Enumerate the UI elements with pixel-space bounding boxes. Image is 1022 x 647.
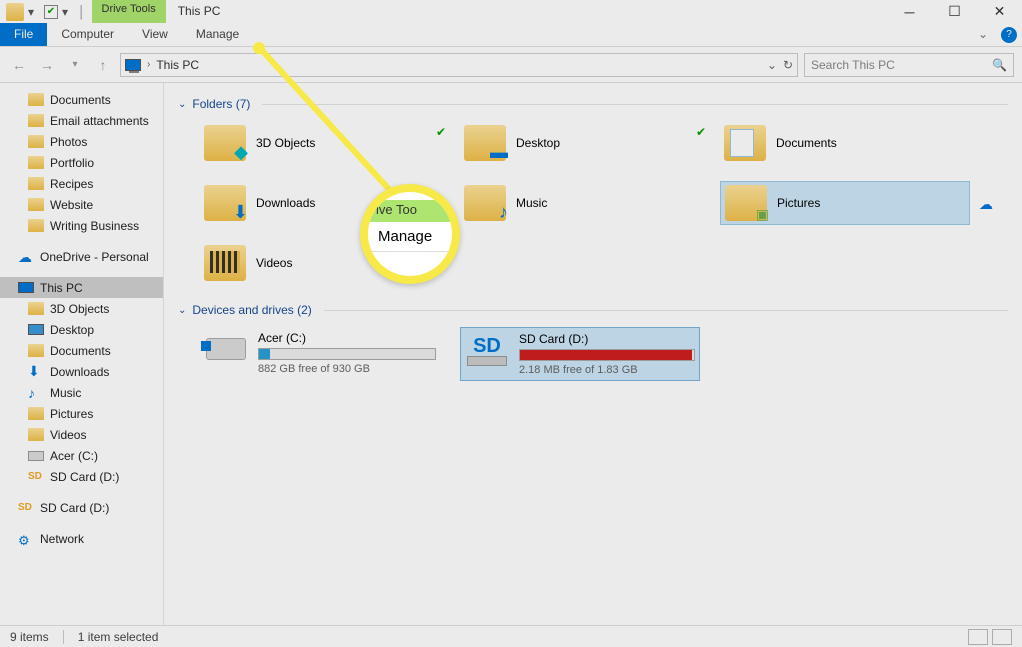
ribbon-collapse-icon[interactable]: ⌄ bbox=[970, 23, 996, 46]
folder-music[interactable]: ♪Music bbox=[460, 181, 710, 225]
qat-chevron-icon[interactable]: ▾ bbox=[62, 5, 74, 19]
folder-desktop[interactable]: ▬Desktop✔ bbox=[460, 121, 710, 165]
sidebar-item-onedrive[interactable]: ☁OneDrive - Personal bbox=[0, 246, 163, 267]
tab-computer[interactable]: Computer bbox=[47, 23, 128, 46]
sidebar-item-recipes[interactable]: Recipes bbox=[0, 173, 163, 194]
status-item-count: 9 items bbox=[10, 630, 49, 644]
properties-button[interactable]: ✔ bbox=[44, 5, 58, 19]
status-bar: 9 items 1 item selected bbox=[0, 625, 1022, 647]
hdd-icon bbox=[206, 338, 246, 360]
sync-icon: ✔ bbox=[696, 125, 706, 139]
navigation-bar: ← → ▾ ↑ › This PC ⌄ ↻ Search This PC 🔍 bbox=[0, 47, 1022, 83]
sidebar-item-sdcard[interactable]: SDSD Card (D:) bbox=[0, 497, 163, 518]
address-dropdown-icon[interactable]: ⌄ bbox=[767, 58, 777, 72]
app-icon[interactable] bbox=[6, 3, 24, 21]
sidebar-item-documents[interactable]: Documents bbox=[0, 89, 163, 110]
sidebar-item-photos[interactable]: Photos bbox=[0, 131, 163, 152]
up-button[interactable]: ↑ bbox=[92, 54, 114, 76]
sidebar-item-pc-documents[interactable]: Documents bbox=[0, 340, 163, 361]
context-tab-drive-tools[interactable]: Drive Tools bbox=[92, 0, 166, 23]
breadcrumb-location[interactable]: This PC bbox=[156, 58, 199, 72]
search-icon: 🔍 bbox=[992, 58, 1007, 72]
sync-icon: ✔ bbox=[436, 125, 446, 139]
qat-separator: │ bbox=[78, 5, 86, 19]
quick-access-toolbar: ▾ ✔ ▾ │ bbox=[0, 0, 92, 23]
folder-pictures[interactable]: ▣Pictures☁ bbox=[720, 181, 970, 225]
tab-file[interactable]: File bbox=[0, 23, 47, 46]
capacity-bar bbox=[258, 348, 436, 360]
refresh-button[interactable]: ↻ bbox=[783, 58, 793, 72]
sidebar-item-videos[interactable]: Videos bbox=[0, 424, 163, 445]
status-selected-count: 1 item selected bbox=[78, 630, 159, 644]
sidebar-item-pictures[interactable]: Pictures bbox=[0, 403, 163, 424]
sidebar-item-drive-d[interactable]: SDSD Card (D:) bbox=[0, 466, 163, 487]
folder-3d-objects[interactable]: ◆3D Objects✔ bbox=[200, 121, 450, 165]
maximize-button[interactable]: ☐ bbox=[932, 0, 977, 23]
sidebar-item-email[interactable]: Email attachments bbox=[0, 110, 163, 131]
drive-c[interactable]: Acer (C:) 882 GB free of 930 GB bbox=[200, 327, 440, 381]
collapse-icon[interactable]: ⌄ bbox=[178, 99, 186, 110]
sidebar-item-website[interactable]: Website bbox=[0, 194, 163, 215]
tab-manage[interactable]: Manage bbox=[182, 23, 253, 46]
close-button[interactable]: ✕ bbox=[977, 0, 1022, 23]
history-dropdown-icon[interactable]: ▾ bbox=[64, 54, 86, 76]
tab-view[interactable]: View bbox=[128, 23, 182, 46]
sd-icon: SD bbox=[467, 335, 507, 358]
sidebar-item-3dobjects[interactable]: 3D Objects bbox=[0, 298, 163, 319]
search-input[interactable]: Search This PC 🔍 bbox=[804, 53, 1014, 77]
sidebar-item-writing[interactable]: Writing Business bbox=[0, 215, 163, 236]
help-button[interactable]: ? bbox=[996, 23, 1022, 46]
sidebar-item-desktop[interactable]: Desktop bbox=[0, 319, 163, 340]
minimize-button[interactable]: ─ bbox=[887, 0, 932, 23]
sidebar-item-drive-c[interactable]: Acer (C:) bbox=[0, 445, 163, 466]
content-pane: ⌄ Folders (7) ◆3D Objects✔ ▬Desktop✔ Doc… bbox=[164, 83, 1022, 625]
sidebar-item-portfolio[interactable]: Portfolio bbox=[0, 152, 163, 173]
forward-button[interactable]: → bbox=[36, 54, 58, 76]
sidebar-item-thispc[interactable]: This PC bbox=[0, 277, 163, 298]
section-drives-header[interactable]: ⌄ Devices and drives (2) bbox=[178, 303, 1008, 317]
capacity-bar bbox=[519, 349, 695, 361]
cloud-icon: ☁ bbox=[979, 196, 993, 213]
navigation-pane: Documents Email attachments Photos Portf… bbox=[0, 83, 164, 625]
section-folders-header[interactable]: ⌄ Folders (7) bbox=[178, 97, 1008, 111]
back-button[interactable]: ← bbox=[8, 54, 30, 76]
drive-d[interactable]: SD SD Card (D:) 2.18 MB free of 1.83 GB bbox=[460, 327, 700, 381]
sidebar-item-downloads[interactable]: ⬇Downloads bbox=[0, 361, 163, 382]
sidebar-item-network[interactable]: ⚙Network bbox=[0, 528, 163, 549]
breadcrumb-chevron-icon[interactable]: › bbox=[147, 59, 150, 70]
ribbon: File Computer View Manage ⌄ ? bbox=[0, 23, 1022, 47]
details-view-button[interactable] bbox=[968, 629, 988, 645]
callout-magnifier: ive Too Manage bbox=[360, 184, 460, 284]
collapse-icon[interactable]: ⌄ bbox=[178, 305, 186, 316]
large-icons-view-button[interactable] bbox=[992, 629, 1012, 645]
folder-documents[interactable]: Documents bbox=[720, 121, 970, 165]
pc-icon bbox=[125, 59, 141, 71]
title-bar: ▾ ✔ ▾ │ Drive Tools This PC ─ ☐ ✕ bbox=[0, 0, 1022, 23]
search-placeholder: Search This PC bbox=[811, 58, 895, 72]
callout-anchor-dot bbox=[253, 42, 265, 54]
window-title: This PC bbox=[166, 0, 887, 23]
qat-dropdown-icon[interactable]: ▾ bbox=[28, 5, 40, 19]
sidebar-item-music[interactable]: ♪Music bbox=[0, 382, 163, 403]
address-bar[interactable]: › This PC ⌄ ↻ bbox=[120, 53, 798, 77]
